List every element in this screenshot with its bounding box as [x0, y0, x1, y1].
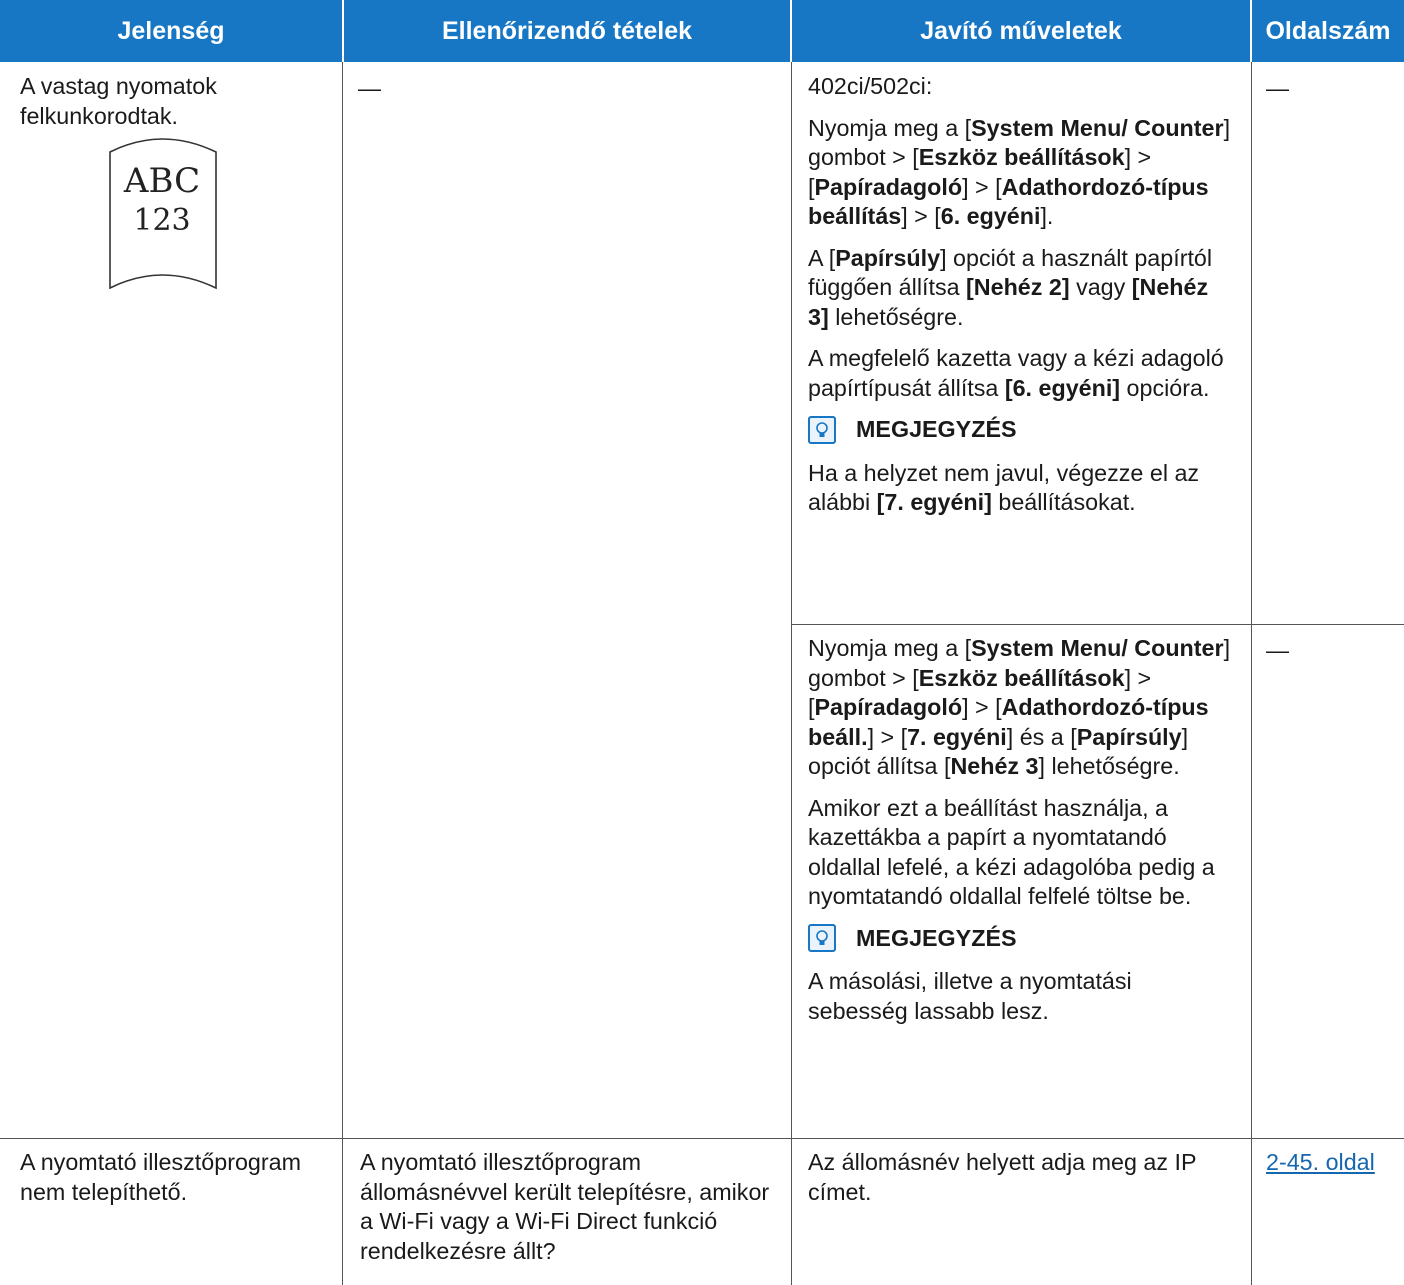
- note-text: Ha a helyzet nem javul, végezze el az al…: [808, 459, 1200, 516]
- row1-page-b: —: [1266, 637, 1289, 663]
- row1-action-b: Nyomja meg a [System Menu/ Counter] gomb…: [808, 634, 1233, 1038]
- illustration-123: 123: [133, 203, 190, 238]
- col-divider: [342, 62, 343, 1285]
- action-a-step3: A megfelelő kazetta vagy a kézi adagoló …: [808, 345, 1224, 401]
- row2-symptom: A nyomtató illesztőprogram nem telepíthe…: [20, 1149, 301, 1205]
- row1-symptom: A vastag nyomatok felkunkorodtak.: [20, 72, 320, 131]
- row2-page: 2-45. oldal: [1266, 1148, 1375, 1178]
- header-ellenorizendo: Ellenőrizendő tételek: [344, 0, 790, 62]
- row2-action: Az állomásnév helyett adja meg az IP cím…: [808, 1149, 1197, 1205]
- row-divider: [0, 1138, 1404, 1139]
- action-b-step2: Amikor ezt a beállítást használja, a kaz…: [808, 794, 1215, 910]
- col-divider: [1251, 62, 1252, 1285]
- lightbulb-icon: [808, 415, 836, 444]
- row1-check: —: [358, 75, 381, 101]
- note-heading: MEGJEGYZÉS: [808, 415, 1233, 445]
- curled-paper-illustration: ABC 123: [100, 132, 225, 292]
- row2-check: A nyomtató illesztőprogram állomásnévvel…: [360, 1149, 770, 1264]
- illustration-abc: ABC: [123, 161, 200, 201]
- note-label: MEGJEGYZÉS: [856, 416, 1017, 442]
- col-divider: [791, 62, 792, 1285]
- header-javito: Javító műveletek: [792, 0, 1250, 62]
- header-jelenseg: Jelenség: [0, 0, 342, 62]
- header-oldalszam: Oldalszám: [1252, 0, 1404, 62]
- row1-page-a: —: [1266, 75, 1289, 101]
- note-heading: MEGJEGYZÉS: [808, 924, 1233, 954]
- note-text: A másolási, illetve a nyomtatási sebessé…: [808, 968, 1132, 1024]
- page-link[interactable]: 2-45. oldal: [1266, 1149, 1375, 1175]
- symptom-text: A vastag nyomatok felkunkorodtak.: [20, 73, 217, 129]
- note-label: MEGJEGYZÉS: [856, 924, 1017, 951]
- action-a-step1: Nyomja meg a [System Menu/ Counter] gomb…: [808, 114, 1231, 230]
- model-label: 402ci/502ci:: [808, 73, 933, 99]
- troubleshooting-table: Jelenség Ellenőrizendő tételek Javító mű…: [0, 0, 1404, 1285]
- action-a-step2: A [Papírsúly] opciót a használt papírtól…: [808, 244, 1213, 330]
- row1-action-a: 402ci/502ci: Nyomja meg a [System Menu/ …: [808, 72, 1233, 530]
- row-divider: [791, 624, 1404, 625]
- action-b-step1: Nyomja meg a [System Menu/ Counter] gomb…: [808, 635, 1231, 779]
- lightbulb-icon: [808, 924, 836, 953]
